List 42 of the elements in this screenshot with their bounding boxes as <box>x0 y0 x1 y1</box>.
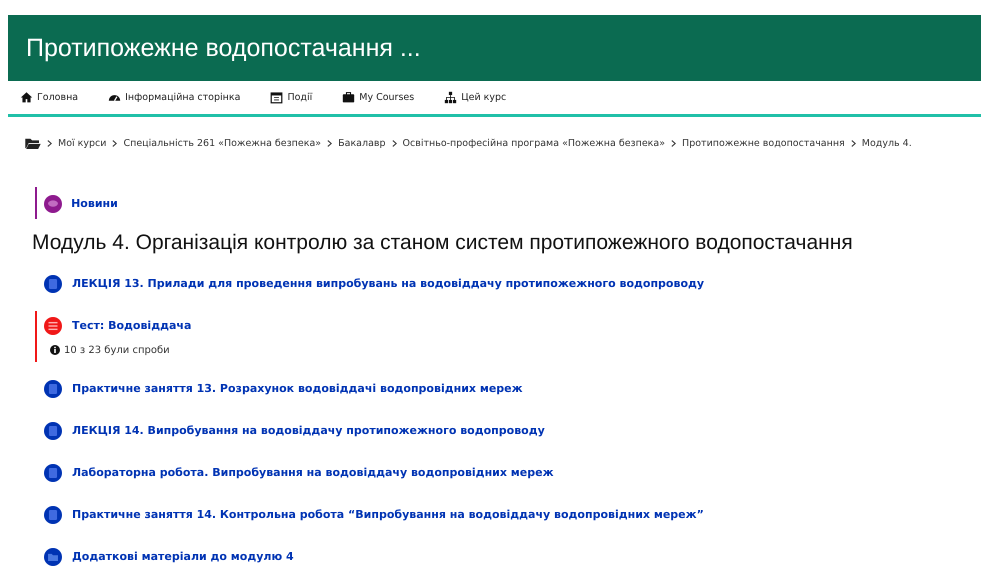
attempts-text: 10 з 23 були спроби <box>64 344 170 356</box>
breadcrumb-link[interactable]: Освітньо-професійна програма «Пожежна безпека» <box>402 138 666 148</box>
chevron-icon <box>327 140 332 146</box>
home-icon <box>20 91 33 104</box>
chevron-icon <box>671 140 676 146</box>
breadcrumb-link[interactable]: Модуль 4. <box>862 138 912 148</box>
page-icon <box>44 380 62 398</box>
breadcrumb-link[interactable]: Бакалавр <box>338 138 386 148</box>
breadcrumb-link[interactable]: Мої курси <box>58 138 106 148</box>
activity-link[interactable]: Додаткові матеріали до модулю 4 <box>72 550 294 564</box>
activity-link[interactable]: ЛЕКЦІЯ 14. Випробування на водовіддачу протипожежного водопроводу <box>72 424 545 438</box>
list-icon <box>44 316 62 335</box>
activity-link[interactable]: Тест: Водовіддача <box>72 319 192 332</box>
sitemap-icon <box>444 91 458 104</box>
chevron-icon <box>112 140 118 146</box>
nav-link[interactable]: Інформаційна сторінка <box>108 91 240 104</box>
activity-link[interactable]: ЛЕКЦІЯ 13. Прилади для проведення випробувань на водовіддачу протипожежного водопроводу <box>72 277 704 290</box>
activity-link[interactable]: Практичне заняття 14. Контрольна робота “Випробування на водовіддачу водопровідних мереж” <box>72 508 704 522</box>
activity-link[interactable]: Лабораторна робота. Випробування на водовіддачу водопровідних мереж <box>72 466 554 480</box>
chat-icon <box>44 194 62 213</box>
nav-link[interactable]: Події <box>270 91 312 104</box>
page-icon <box>44 422 62 440</box>
section-heading: Модуль 4. Організація контролю за станом систем протипожежного водопостачання <box>32 230 854 255</box>
calendar-icon <box>270 91 284 104</box>
folder-icon <box>44 548 62 566</box>
activity-link[interactable]: Новини <box>71 197 118 210</box>
breadcrumb-link[interactable]: Протипожежне водопостачання <box>682 138 845 148</box>
chevron-icon <box>47 140 52 146</box>
page-icon <box>44 464 62 482</box>
chevron-icon <box>850 140 856 146</box>
course-title: Протипожежне водопостачання ... <box>26 34 421 62</box>
nav-link[interactable]: Цей курс <box>444 91 506 104</box>
breadcrumb-link[interactable]: Спеціальність 261 «Пожежна безпека» <box>123 138 322 148</box>
briefcase-icon <box>342 91 356 104</box>
nav-link[interactable]: My Courses <box>342 91 414 104</box>
activity-link[interactable]: Практичне заняття 13. Розрахунок водовіддачі водопровідних мереж <box>72 382 523 396</box>
nav-link[interactable]: Головна <box>20 91 78 104</box>
page-icon <box>44 506 62 524</box>
chevron-icon <box>392 140 397 146</box>
folder-icon[interactable] <box>25 137 41 149</box>
info-icon <box>50 345 60 356</box>
page-icon <box>44 274 62 293</box>
